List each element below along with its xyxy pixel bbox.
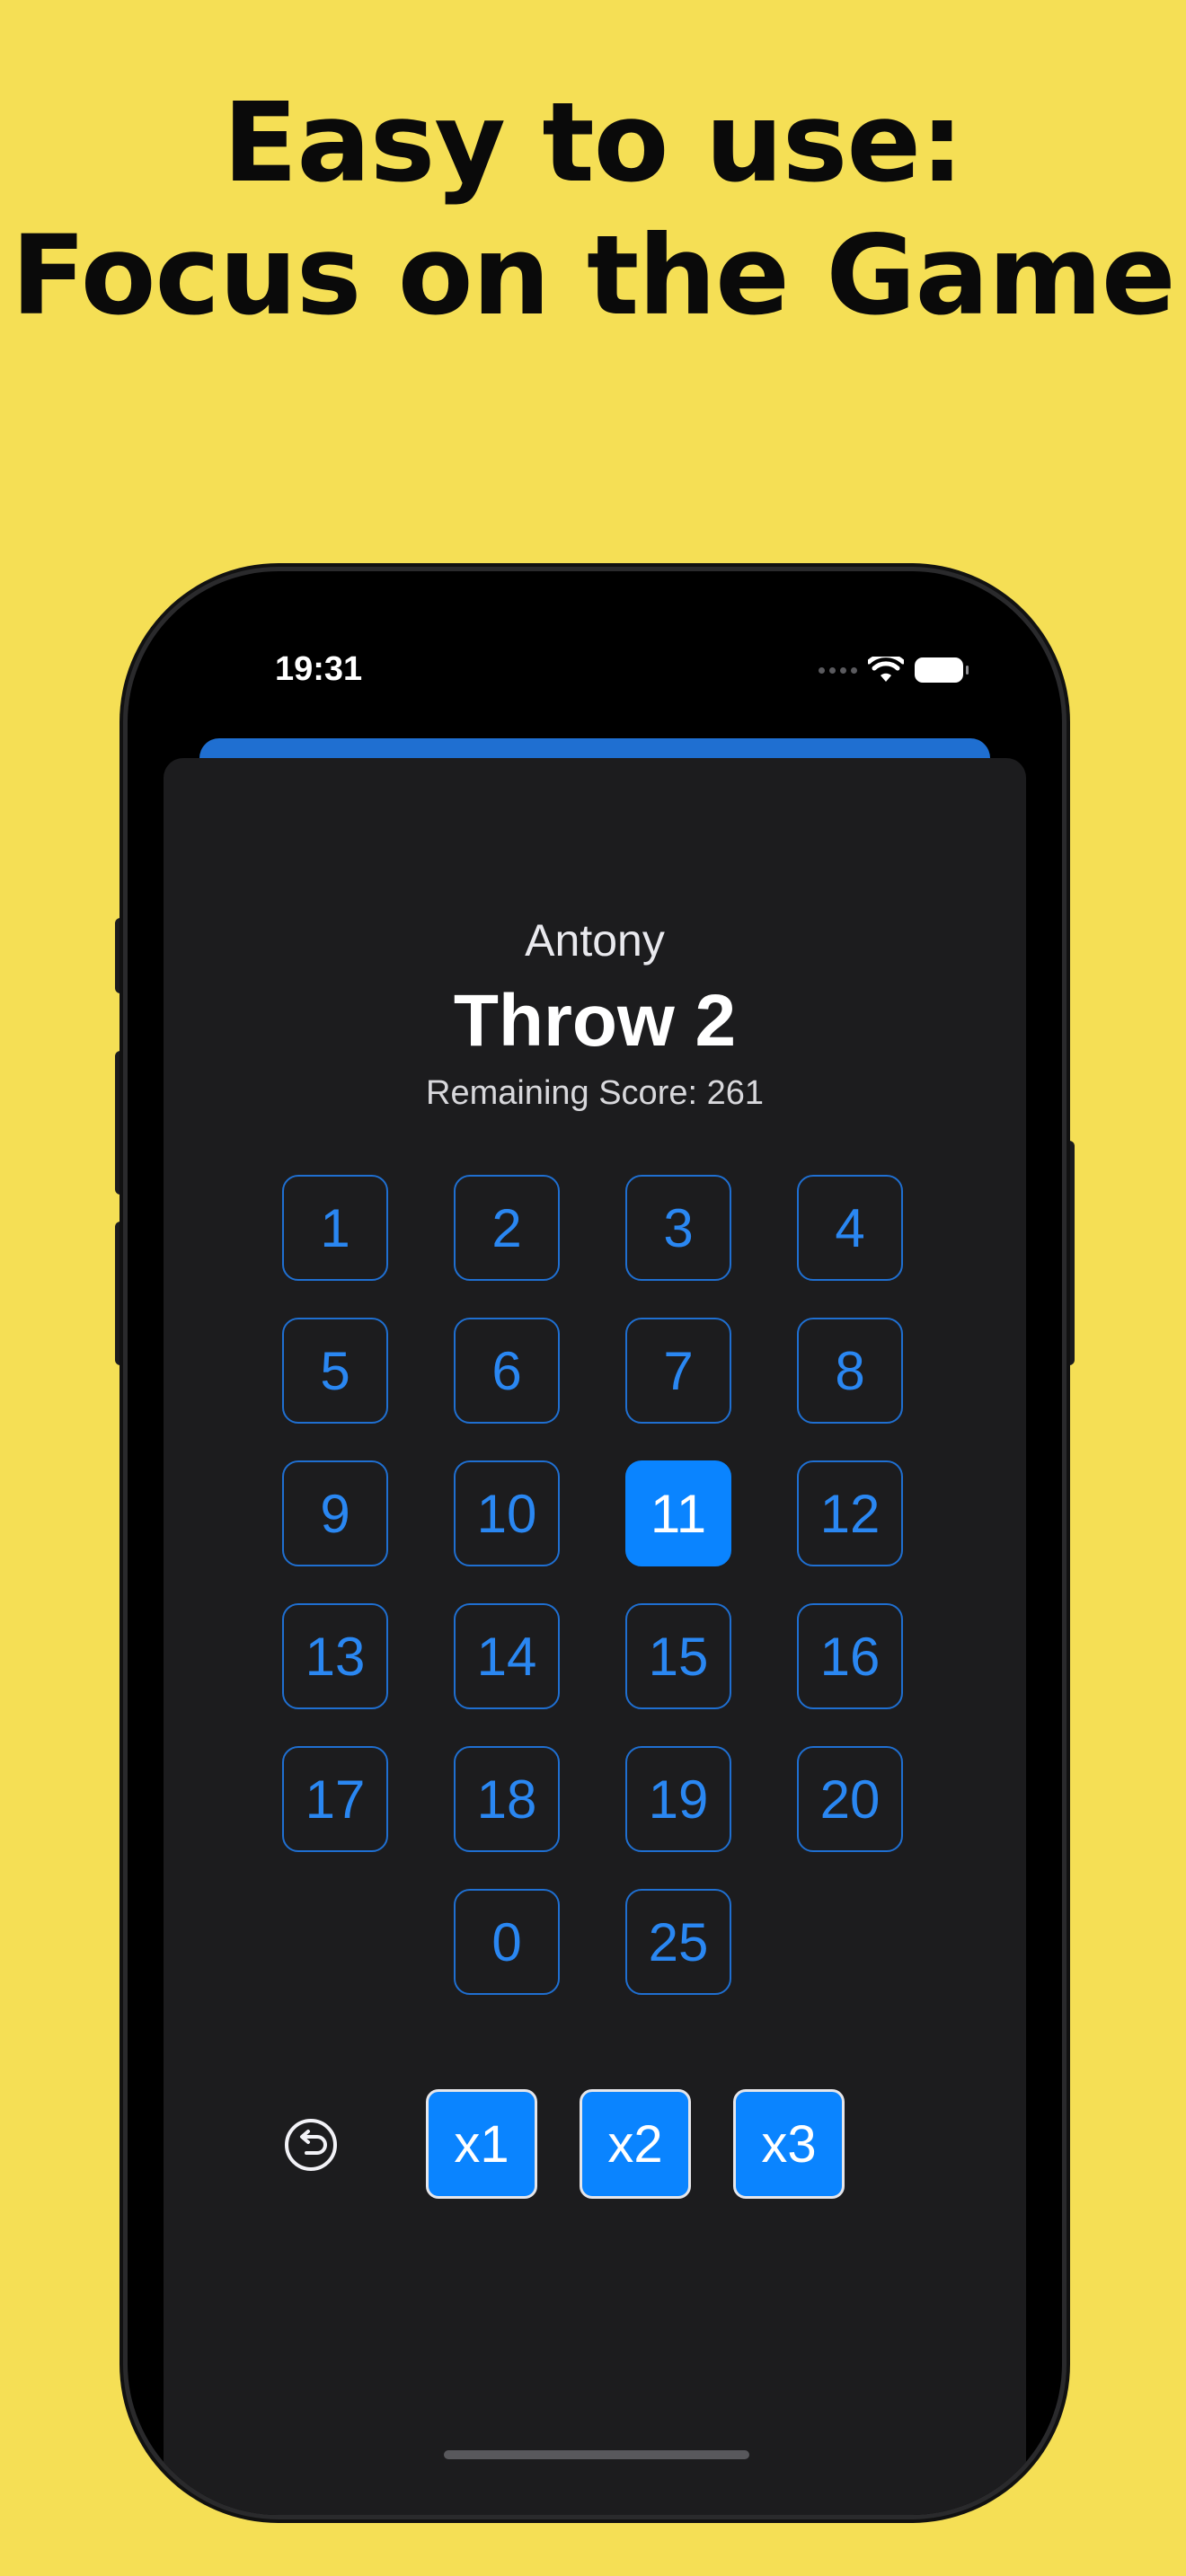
status-icons <box>819 650 969 690</box>
number-button-5[interactable]: 5 <box>282 1318 388 1424</box>
player-name: Antony <box>525 915 665 966</box>
signal-dots-icon <box>819 666 857 674</box>
status-time: 19:31 <box>275 650 363 688</box>
phone-power-button <box>1062 1141 1075 1365</box>
undo-icon[interactable] <box>282 2116 340 2174</box>
phone-frame: 19:31 Antony Throw 2 Remaining Score: 26… <box>128 571 1062 2515</box>
number-button-11[interactable]: 11 <box>625 1460 731 1566</box>
number-button-7[interactable]: 7 <box>625 1318 731 1424</box>
number-button-0[interactable]: 0 <box>454 1889 560 1995</box>
battery-icon <box>915 657 969 683</box>
number-button-4[interactable]: 4 <box>797 1175 903 1281</box>
home-indicator <box>444 2450 749 2459</box>
number-button-2[interactable]: 2 <box>454 1175 560 1281</box>
number-button-25[interactable]: 25 <box>625 1889 731 1995</box>
phone-volume-up <box>115 1051 128 1195</box>
number-button-1[interactable]: 1 <box>282 1175 388 1281</box>
number-button-6[interactable]: 6 <box>454 1318 560 1424</box>
number-button-18[interactable]: 18 <box>454 1746 560 1852</box>
multiplier-button-x3[interactable]: x3 <box>733 2089 845 2199</box>
number-button-10[interactable]: 10 <box>454 1460 560 1566</box>
number-button-17[interactable]: 17 <box>282 1746 388 1852</box>
number-button-13[interactable]: 13 <box>282 1603 388 1709</box>
number-button-14[interactable]: 14 <box>454 1603 560 1709</box>
remaining-score: Remaining Score: 261 <box>426 1074 764 1112</box>
number-button-19[interactable]: 19 <box>625 1746 731 1852</box>
throw-sheet: Antony Throw 2 Remaining Score: 261 1234… <box>164 758 1026 2515</box>
number-button-15[interactable]: 15 <box>625 1603 731 1709</box>
number-button-20[interactable]: 20 <box>797 1746 903 1852</box>
number-button-8[interactable]: 8 <box>797 1318 903 1424</box>
multiplier-button-x2[interactable]: x2 <box>580 2089 691 2199</box>
headline-line-2: Focus on the Game <box>11 212 1175 340</box>
number-button-3[interactable]: 3 <box>625 1175 731 1281</box>
phone-volume-down <box>115 1222 128 1365</box>
number-button-16[interactable]: 16 <box>797 1603 903 1709</box>
wifi-icon <box>868 657 904 682</box>
phone-silent-switch <box>115 918 128 993</box>
number-button-9[interactable]: 9 <box>282 1460 388 1566</box>
number-button-12[interactable]: 12 <box>797 1460 903 1566</box>
headline-line-1: Easy to use: <box>223 79 964 207</box>
multiplier-button-x1[interactable]: x1 <box>426 2089 537 2199</box>
throw-title: Throw 2 <box>453 980 737 1062</box>
